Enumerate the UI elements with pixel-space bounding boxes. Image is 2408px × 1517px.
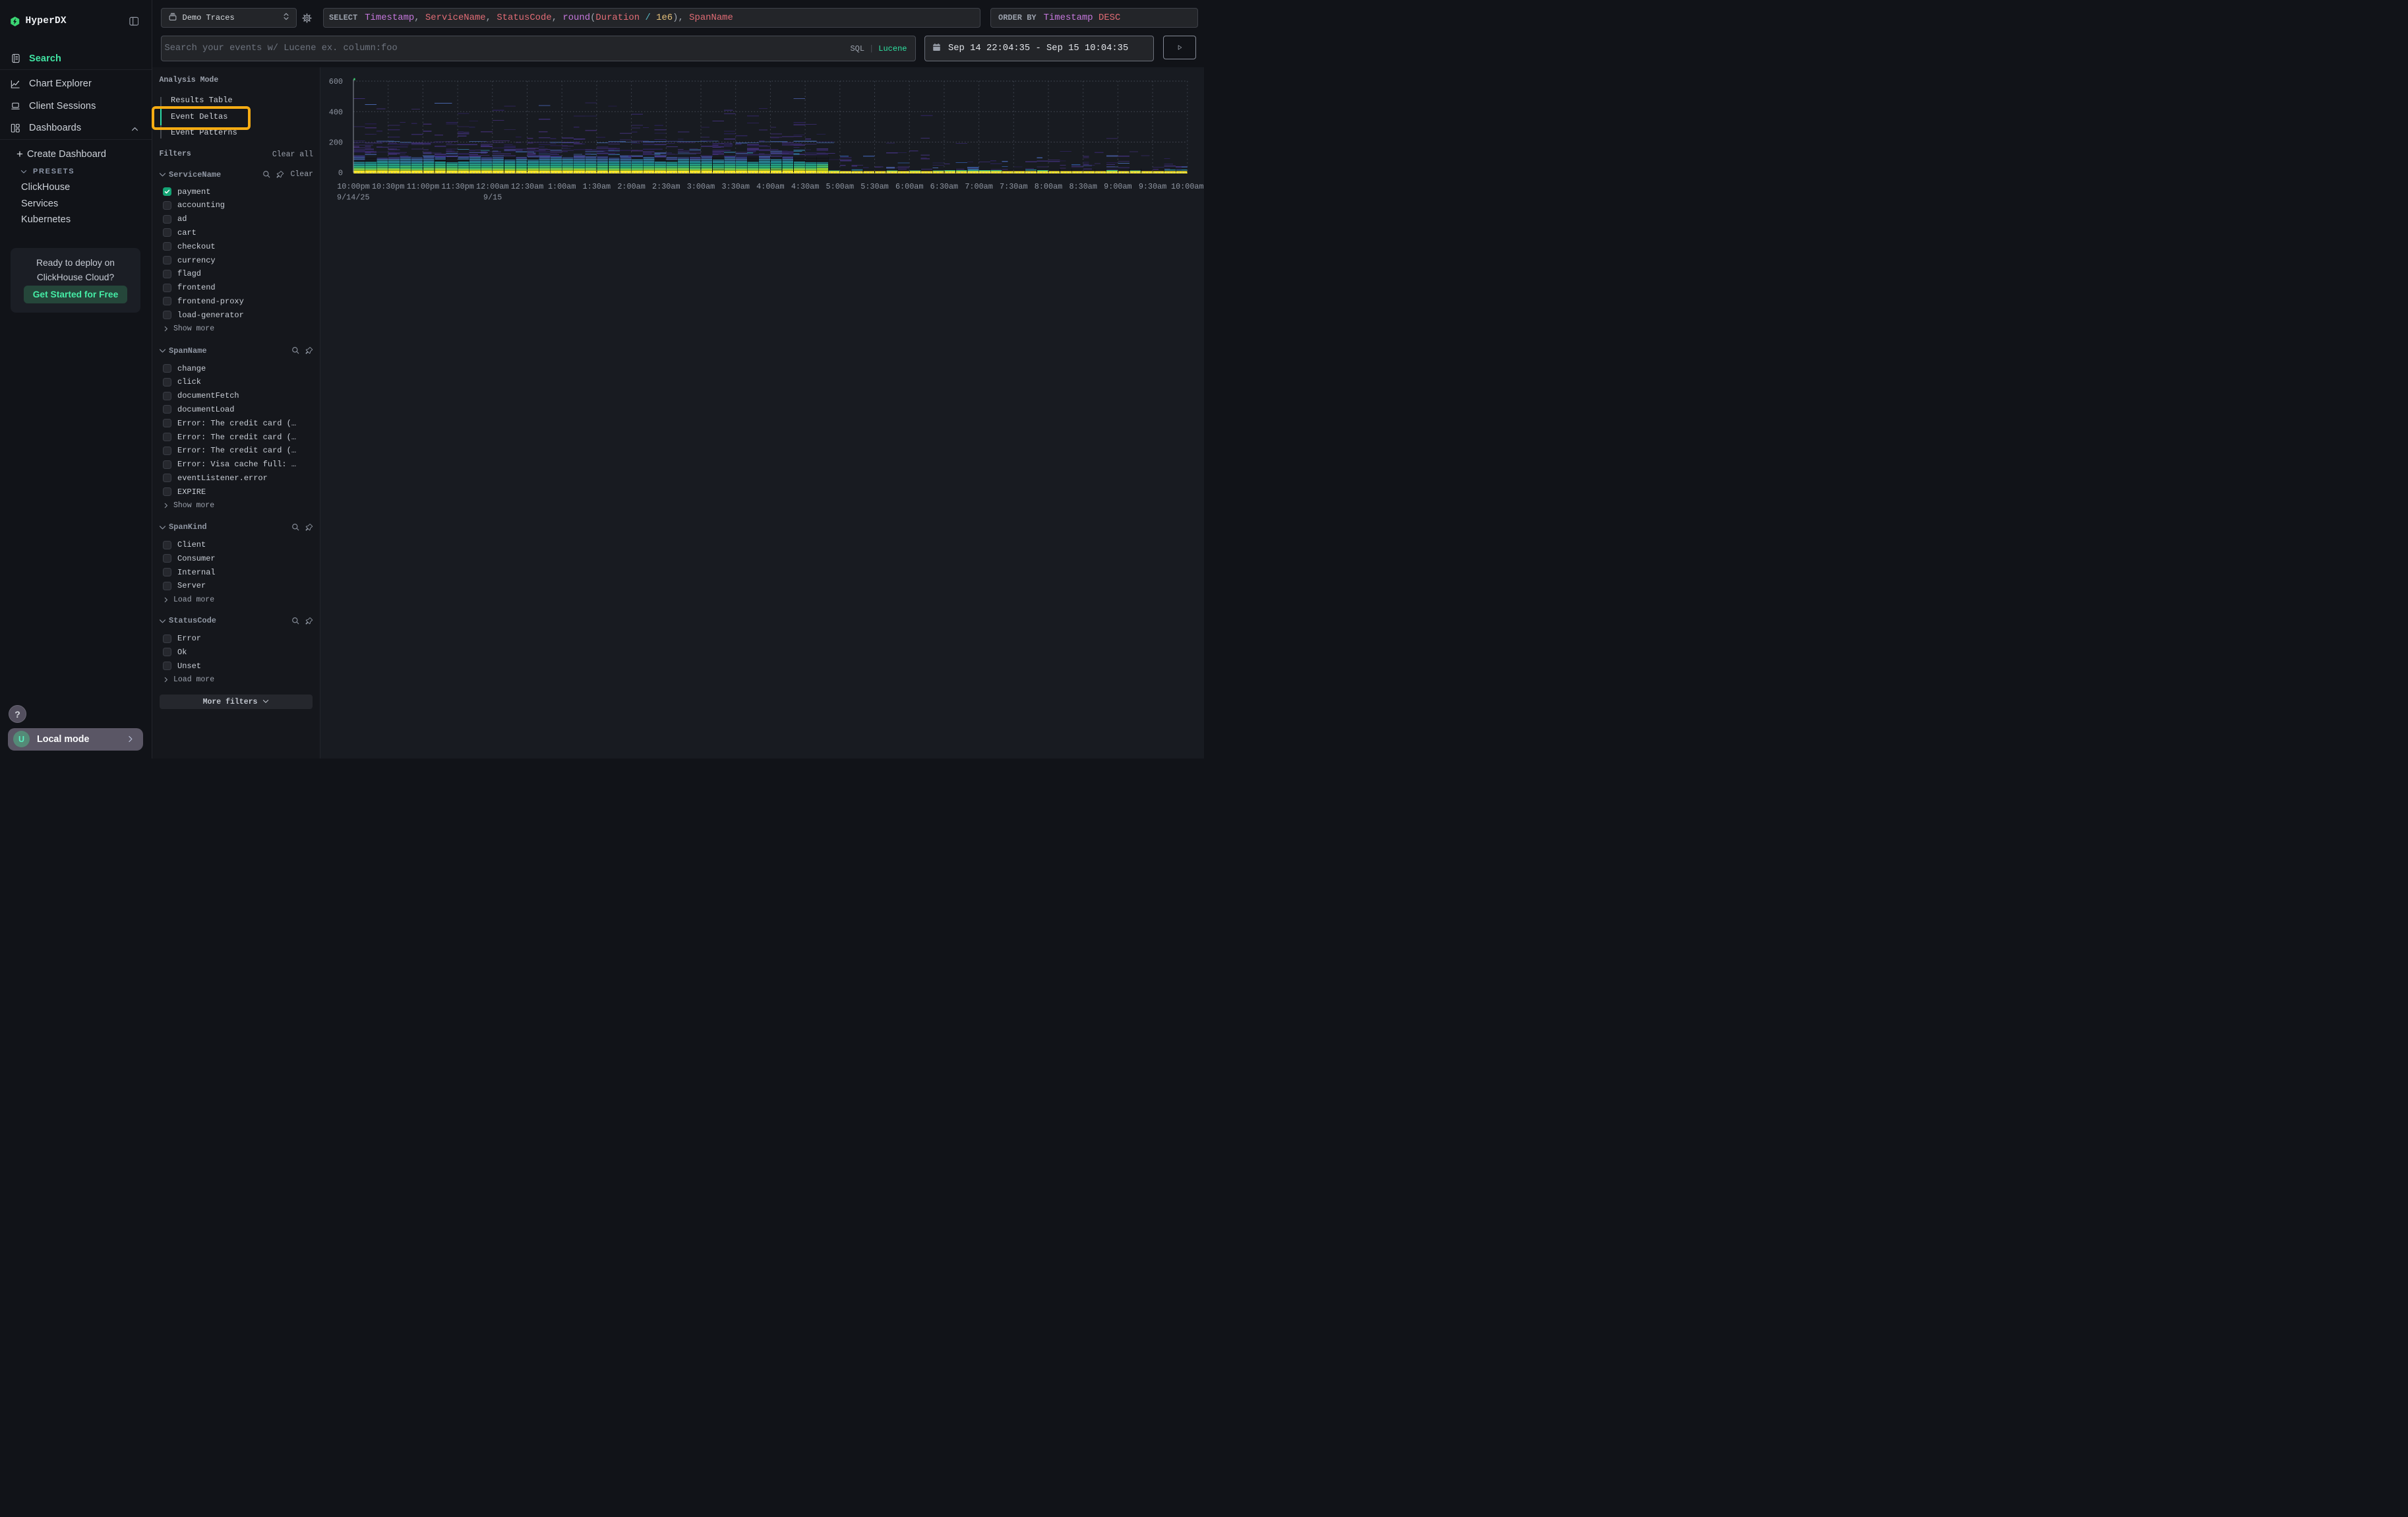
svg-text:0: 0 [338, 169, 343, 178]
svg-text:9/15: 9/15 [483, 193, 502, 202]
svg-text:200: 200 [329, 138, 343, 147]
svg-text:11:30pm: 11:30pm [441, 182, 474, 191]
svg-text:2:00am: 2:00am [617, 182, 645, 191]
svg-text:600: 600 [329, 77, 343, 86]
svg-text:7:00am: 7:00am [965, 182, 992, 191]
svg-text:3:00am: 3:00am [687, 182, 715, 191]
svg-text:10:00am: 10:00am [1171, 182, 1204, 191]
svg-text:8:30am: 8:30am [1069, 182, 1097, 191]
svg-text:9:30am: 9:30am [1139, 182, 1166, 191]
svg-text:7:30am: 7:30am [1000, 182, 1027, 191]
svg-text:1:00am: 1:00am [548, 182, 576, 191]
svg-text:4:00am: 4:00am [756, 182, 784, 191]
svg-text:9/14/25: 9/14/25 [337, 193, 370, 202]
svg-text:400: 400 [329, 108, 343, 117]
svg-text:12:00am: 12:00am [476, 182, 509, 191]
svg-text:4:30am: 4:30am [791, 182, 819, 191]
svg-text:5:30am: 5:30am [860, 182, 888, 191]
svg-text:11:00pm: 11:00pm [407, 182, 440, 191]
svg-text:10:30pm: 10:30pm [372, 182, 405, 191]
svg-text:5:00am: 5:00am [826, 182, 854, 191]
svg-text:1:30am: 1:30am [583, 182, 611, 191]
svg-text:3:30am: 3:30am [721, 182, 749, 191]
svg-text:6:00am: 6:00am [895, 182, 923, 191]
svg-text:10:00pm: 10:00pm [337, 182, 370, 191]
svg-text:8:00am: 8:00am [1035, 182, 1062, 191]
svg-text:2:30am: 2:30am [652, 182, 680, 191]
svg-text:9:00am: 9:00am [1104, 182, 1131, 191]
svg-text:12:30am: 12:30am [511, 182, 544, 191]
svg-text:6:30am: 6:30am [930, 182, 958, 191]
